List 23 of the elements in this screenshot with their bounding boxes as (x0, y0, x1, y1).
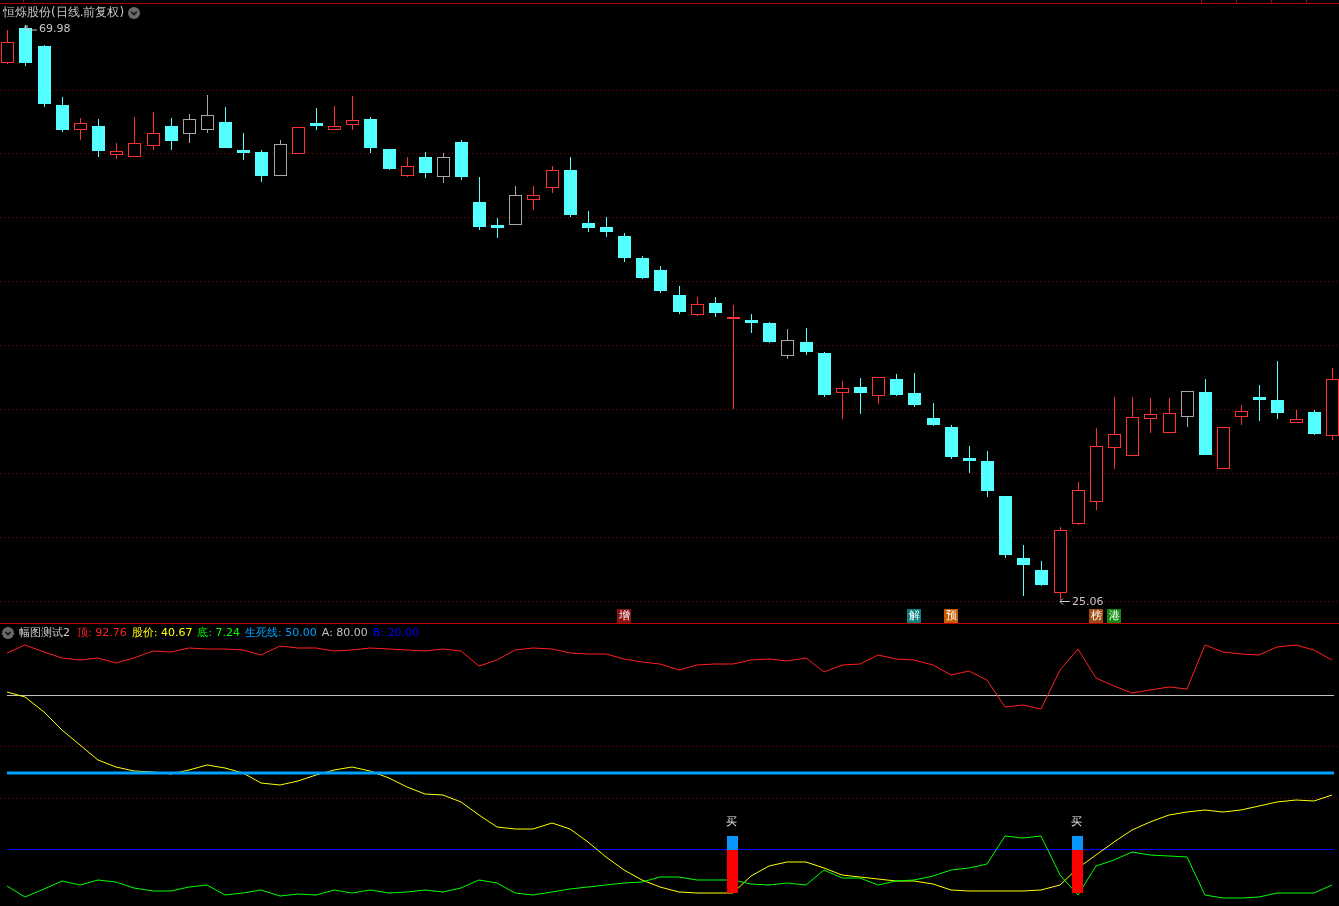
legend-value: A: 80.00 (321, 626, 368, 640)
chevron-down-icon[interactable] (2, 627, 14, 639)
buy-signal-label: 买 (1071, 815, 1082, 828)
chart-title: 恒烁股份(日线.前复权) (3, 5, 125, 20)
chevron-down-icon[interactable] (128, 6, 141, 19)
legend-value: 生死线: 50.00 (245, 626, 317, 640)
legend-value: B: 20.00 (372, 626, 420, 640)
event-tag: 增 (617, 609, 631, 623)
event-tag: 港 (1107, 609, 1121, 623)
arrow-icon (24, 25, 38, 32)
legend-value: 顶: 92.76 (77, 626, 127, 640)
low-price-label: 25.06 (1072, 595, 1104, 608)
event-tag: 解 (907, 609, 921, 623)
left-arrow-icon (1059, 598, 1071, 605)
buy-signal-label: 买 (726, 815, 737, 828)
indicator-name: 幅图测试2 (19, 626, 70, 640)
legend-value: 股价: 40.67 (131, 626, 193, 640)
event-tag: 榜 (1089, 609, 1103, 623)
legend-value: 底: 7.24 (197, 626, 241, 640)
high-price-label: 69.98 (39, 22, 71, 35)
buy-signal-bar (727, 836, 738, 893)
event-tag: 预 (944, 609, 958, 623)
buy-signal-bar (1072, 836, 1083, 893)
